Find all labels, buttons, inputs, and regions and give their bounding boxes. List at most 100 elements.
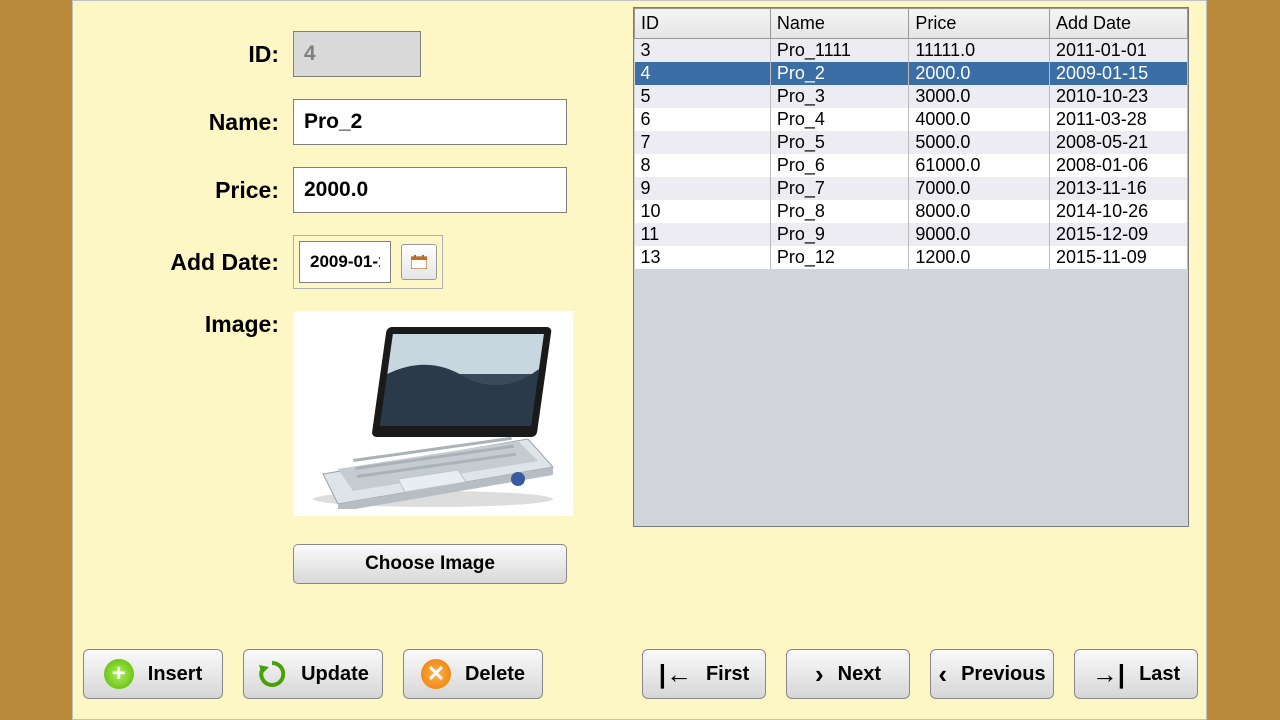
cell-id: 3 bbox=[635, 39, 771, 63]
refresh-icon bbox=[257, 659, 287, 689]
cell-add_date: 2008-05-21 bbox=[1050, 131, 1188, 154]
table-row[interactable]: 8Pro_661000.02008-01-06 bbox=[635, 154, 1188, 177]
col-header-id[interactable]: ID bbox=[635, 9, 771, 39]
cell-add_date: 2008-01-06 bbox=[1050, 154, 1188, 177]
cell-price: 8000.0 bbox=[909, 200, 1050, 223]
choose-image-button[interactable]: Choose Image bbox=[293, 544, 567, 584]
col-header-price[interactable]: Price bbox=[909, 9, 1050, 39]
table-header-row: ID Name Price Add Date bbox=[635, 9, 1188, 39]
cell-id: 4 bbox=[635, 62, 771, 85]
table-row[interactable]: 10Pro_88000.02014-10-26 bbox=[635, 200, 1188, 223]
cell-name: Pro_2 bbox=[770, 62, 908, 85]
date-wrap bbox=[293, 235, 443, 289]
label-image: Image: bbox=[83, 311, 293, 338]
cell-add_date: 2015-11-09 bbox=[1050, 246, 1188, 269]
previous-icon: ‹ bbox=[938, 659, 947, 690]
previous-label: Previous bbox=[961, 663, 1045, 686]
cell-name: Pro_12 bbox=[770, 246, 908, 269]
delete-icon: ✕ bbox=[421, 659, 451, 689]
data-table-wrap: ID Name Price Add Date 3Pro_111111111.02… bbox=[633, 7, 1189, 527]
cell-name: Pro_5 bbox=[770, 131, 908, 154]
label-add-date: Add Date: bbox=[83, 249, 293, 276]
table-row[interactable]: 9Pro_77000.02013-11-16 bbox=[635, 177, 1188, 200]
first-icon: |← bbox=[659, 659, 692, 690]
form-area: ID: Name: Price: Add Date: bbox=[83, 31, 623, 584]
calendar-icon bbox=[411, 255, 427, 269]
data-table[interactable]: ID Name Price Add Date 3Pro_111111111.02… bbox=[634, 8, 1188, 269]
cell-id: 7 bbox=[635, 131, 771, 154]
cell-price: 2000.0 bbox=[909, 62, 1050, 85]
col-header-add-date[interactable]: Add Date bbox=[1050, 9, 1188, 39]
delete-label: Delete bbox=[465, 663, 525, 686]
row-add-date: Add Date: bbox=[83, 235, 623, 289]
cell-name: Pro_6 bbox=[770, 154, 908, 177]
row-id: ID: bbox=[83, 31, 623, 77]
table-row[interactable]: 11Pro_99000.02015-12-09 bbox=[635, 223, 1188, 246]
cell-name: Pro_8 bbox=[770, 200, 908, 223]
cell-add_date: 2009-01-15 bbox=[1050, 62, 1188, 85]
date-picker-button[interactable] bbox=[401, 244, 437, 280]
cell-price: 4000.0 bbox=[909, 108, 1050, 131]
table-row[interactable]: 6Pro_44000.02011-03-28 bbox=[635, 108, 1188, 131]
cell-price: 1200.0 bbox=[909, 246, 1050, 269]
price-field[interactable] bbox=[293, 167, 567, 213]
button-bar: + Insert Update ✕ Delete |← First › Next bbox=[83, 649, 1198, 699]
name-field[interactable] bbox=[293, 99, 567, 145]
cell-name: Pro_3 bbox=[770, 85, 908, 108]
table-row[interactable]: 7Pro_55000.02008-05-21 bbox=[635, 131, 1188, 154]
col-header-name[interactable]: Name bbox=[770, 9, 908, 39]
cell-add_date: 2014-10-26 bbox=[1050, 200, 1188, 223]
table-row[interactable]: 13Pro_121200.02015-11-09 bbox=[635, 246, 1188, 269]
last-icon: →| bbox=[1092, 659, 1125, 690]
laptop-image bbox=[303, 319, 563, 509]
last-label: Last bbox=[1139, 663, 1180, 686]
cell-id: 8 bbox=[635, 154, 771, 177]
next-button[interactable]: › Next bbox=[786, 649, 910, 699]
cell-id: 5 bbox=[635, 85, 771, 108]
next-label: Next bbox=[838, 663, 881, 686]
cell-id: 6 bbox=[635, 108, 771, 131]
cell-add_date: 2011-03-28 bbox=[1050, 108, 1188, 131]
cell-id: 9 bbox=[635, 177, 771, 200]
cell-name: Pro_9 bbox=[770, 223, 908, 246]
insert-label: Insert bbox=[148, 663, 202, 686]
next-icon: › bbox=[815, 659, 824, 690]
cell-id: 10 bbox=[635, 200, 771, 223]
delete-button[interactable]: ✕ Delete bbox=[403, 649, 543, 699]
cell-name: Pro_7 bbox=[770, 177, 908, 200]
update-button[interactable]: Update bbox=[243, 649, 383, 699]
table-row[interactable]: 3Pro_111111111.02011-01-01 bbox=[635, 39, 1188, 63]
cell-add_date: 2010-10-23 bbox=[1050, 85, 1188, 108]
cell-price: 7000.0 bbox=[909, 177, 1050, 200]
cell-add_date: 2011-01-01 bbox=[1050, 39, 1188, 63]
main-panel: ID: Name: Price: Add Date: bbox=[72, 0, 1207, 720]
cell-price: 5000.0 bbox=[909, 131, 1050, 154]
previous-button[interactable]: ‹ Previous bbox=[930, 649, 1054, 699]
insert-button[interactable]: + Insert bbox=[83, 649, 223, 699]
cell-id: 11 bbox=[635, 223, 771, 246]
label-price: Price: bbox=[83, 177, 293, 204]
id-field[interactable] bbox=[293, 31, 421, 77]
add-date-field[interactable] bbox=[299, 241, 391, 283]
first-label: First bbox=[706, 663, 749, 686]
cell-id: 13 bbox=[635, 246, 771, 269]
cell-add_date: 2013-11-16 bbox=[1050, 177, 1188, 200]
cell-add_date: 2015-12-09 bbox=[1050, 223, 1188, 246]
cell-price: 3000.0 bbox=[909, 85, 1050, 108]
row-image: Image: bbox=[83, 311, 623, 516]
cell-price: 61000.0 bbox=[909, 154, 1050, 177]
first-button[interactable]: |← First bbox=[642, 649, 766, 699]
table-row[interactable]: 4Pro_22000.02009-01-15 bbox=[635, 62, 1188, 85]
update-label: Update bbox=[301, 663, 369, 686]
cell-name: Pro_4 bbox=[770, 108, 908, 131]
plus-icon: + bbox=[104, 659, 134, 689]
cell-price: 11111.0 bbox=[909, 39, 1050, 63]
label-id: ID: bbox=[83, 41, 293, 68]
row-name: Name: bbox=[83, 99, 623, 145]
row-price: Price: bbox=[83, 167, 623, 213]
cell-price: 9000.0 bbox=[909, 223, 1050, 246]
last-button[interactable]: →| Last bbox=[1074, 649, 1198, 699]
image-preview bbox=[293, 311, 573, 516]
cell-name: Pro_1111 bbox=[770, 39, 908, 63]
table-row[interactable]: 5Pro_33000.02010-10-23 bbox=[635, 85, 1188, 108]
